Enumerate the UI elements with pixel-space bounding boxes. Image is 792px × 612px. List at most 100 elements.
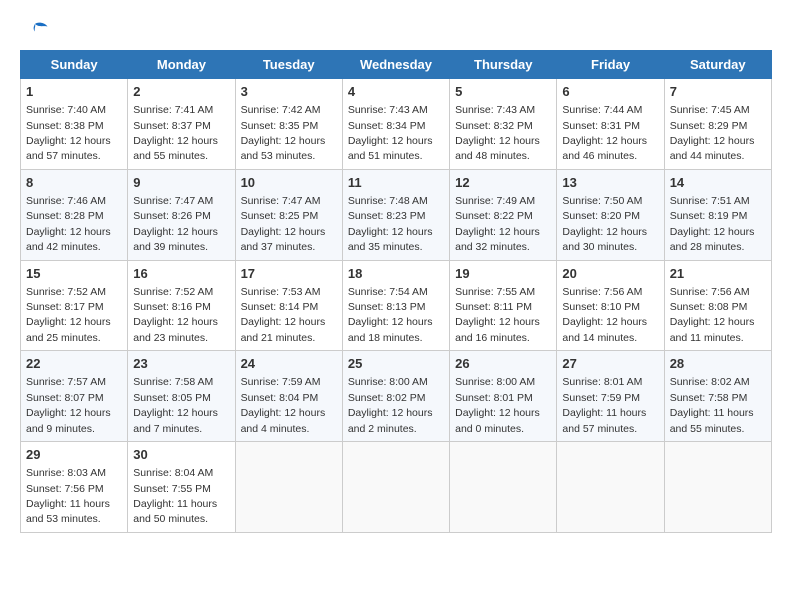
day-cell-3: 3 Sunrise: 7:42 AMSunset: 8:35 PMDaylight…	[235, 79, 342, 170]
day-info: Sunrise: 7:50 AMSunset: 8:20 PMDaylight:…	[562, 195, 647, 253]
day-cell-16: 16 Sunrise: 7:52 AMSunset: 8:16 PMDayligh…	[128, 260, 235, 351]
day-cell-10: 10Sunrise: 7:47 AMSunset: 8:25 PMDayligh…	[235, 169, 342, 260]
calendar-week-row: 8 Sunrise: 7:46 AMSunset: 8:28 PMDaylight…	[21, 169, 772, 260]
weekday-header-row: SundayMondayTuesdayWednesdayThursdayFrid…	[21, 51, 772, 79]
day-cell-19: 19 Sunrise: 7:55 AMSunset: 8:11 PMDayligh…	[450, 260, 557, 351]
day-cell-25: 25 Sunrise: 8:00 AMSunset: 8:02 PMDayligh…	[342, 351, 449, 442]
day-info: Sunrise: 7:49 AMSunset: 8:22 PMDaylight:…	[455, 195, 540, 253]
day-info: Sunrise: 7:46 AMSunset: 8:28 PMDaylight:…	[26, 195, 111, 253]
day-info: Sunrise: 7:57 AMSunset: 8:07 PMDaylight:…	[26, 376, 111, 434]
day-number: 3	[241, 83, 337, 101]
day-number: 6	[562, 83, 658, 101]
day-cell-15: 15 Sunrise: 7:52 AMSunset: 8:17 PMDayligh…	[21, 260, 128, 351]
day-info: Sunrise: 7:48 AMSunset: 8:23 PMDaylight:…	[348, 195, 433, 253]
weekday-header-saturday: Saturday	[664, 51, 771, 79]
day-cell-23: 23Sunrise: 7:58 AMSunset: 8:05 PMDayligh…	[128, 351, 235, 442]
day-number: 24	[241, 355, 337, 373]
day-info: Sunrise: 7:56 AMSunset: 8:08 PMDaylight:…	[670, 286, 755, 344]
day-cell-20: 20 Sunrise: 7:56 AMSunset: 8:10 PMDayligh…	[557, 260, 664, 351]
day-number: 11	[348, 174, 444, 192]
day-number: 16	[133, 265, 229, 283]
day-cell-26: 26 Sunrise: 8:00 AMSunset: 8:01 PMDayligh…	[450, 351, 557, 442]
day-number: 2	[133, 83, 229, 101]
empty-cell	[235, 442, 342, 533]
day-cell-30: 30 Sunrise: 8:04 AMSunset: 7:55 PMDayligh…	[128, 442, 235, 533]
day-number: 29	[26, 446, 122, 464]
day-number: 12	[455, 174, 551, 192]
day-cell-12: 12 Sunrise: 7:49 AMSunset: 8:22 PMDayligh…	[450, 169, 557, 260]
empty-cell	[557, 442, 664, 533]
day-info: Sunrise: 7:47 AMSunset: 8:25 PMDaylight:…	[241, 195, 326, 253]
day-cell-13: 13 Sunrise: 7:50 AMSunset: 8:20 PMDayligh…	[557, 169, 664, 260]
day-info: Sunrise: 8:00 AMSunset: 8:02 PMDaylight:…	[348, 376, 433, 434]
day-info: Sunrise: 7:56 AMSunset: 8:10 PMDaylight:…	[562, 286, 647, 344]
day-info: Sunrise: 7:52 AMSunset: 8:17 PMDaylight:…	[26, 286, 111, 344]
day-info: Sunrise: 7:41 AMSunset: 8:37 PMDaylight:…	[133, 104, 218, 162]
weekday-header-tuesday: Tuesday	[235, 51, 342, 79]
day-info: Sunrise: 7:54 AMSunset: 8:13 PMDaylight:…	[348, 286, 433, 344]
empty-cell	[342, 442, 449, 533]
day-number: 9	[133, 174, 229, 192]
day-number: 20	[562, 265, 658, 283]
day-info: Sunrise: 7:47 AMSunset: 8:26 PMDaylight:…	[133, 195, 218, 253]
day-info: Sunrise: 7:40 AMSunset: 8:38 PMDaylight:…	[26, 104, 111, 162]
day-number: 13	[562, 174, 658, 192]
day-cell-9: 9 Sunrise: 7:47 AMSunset: 8:26 PMDaylight…	[128, 169, 235, 260]
day-cell-6: 6 Sunrise: 7:44 AMSunset: 8:31 PMDaylight…	[557, 79, 664, 170]
day-cell-27: 27 Sunrise: 8:01 AMSunset: 7:59 PMDayligh…	[557, 351, 664, 442]
day-cell-17: 17 Sunrise: 7:53 AMSunset: 8:14 PMDayligh…	[235, 260, 342, 351]
day-cell-24: 24 Sunrise: 7:59 AMSunset: 8:04 PMDayligh…	[235, 351, 342, 442]
weekday-header-sunday: Sunday	[21, 51, 128, 79]
day-cell-4: 4Sunrise: 7:43 AMSunset: 8:34 PMDaylight…	[342, 79, 449, 170]
calendar-week-row: 15 Sunrise: 7:52 AMSunset: 8:17 PMDayligh…	[21, 260, 772, 351]
day-cell-29: 29 Sunrise: 8:03 AMSunset: 7:56 PMDayligh…	[21, 442, 128, 533]
calendar-week-row: 1 Sunrise: 7:40 AMSunset: 8:38 PMDaylight…	[21, 79, 772, 170]
day-info: Sunrise: 8:00 AMSunset: 8:01 PMDaylight:…	[455, 376, 540, 434]
day-number: 15	[26, 265, 122, 283]
day-cell-11: 11 Sunrise: 7:48 AMSunset: 8:23 PMDayligh…	[342, 169, 449, 260]
day-number: 8	[26, 174, 122, 192]
day-cell-8: 8 Sunrise: 7:46 AMSunset: 8:28 PMDaylight…	[21, 169, 128, 260]
empty-cell	[450, 442, 557, 533]
page-header	[20, 20, 772, 40]
day-number: 30	[133, 446, 229, 464]
day-cell-18: 18 Sunrise: 7:54 AMSunset: 8:13 PMDayligh…	[342, 260, 449, 351]
weekday-header-wednesday: Wednesday	[342, 51, 449, 79]
day-number: 4	[348, 83, 444, 101]
day-number: 28	[670, 355, 766, 373]
day-number: 21	[670, 265, 766, 283]
day-number: 26	[455, 355, 551, 373]
day-info: Sunrise: 7:59 AMSunset: 8:04 PMDaylight:…	[241, 376, 326, 434]
day-number: 27	[562, 355, 658, 373]
day-info: Sunrise: 7:43 AMSunset: 8:32 PMDaylight:…	[455, 104, 540, 162]
logo	[20, 20, 50, 40]
logo-bird-icon	[20, 20, 50, 38]
day-info: Sunrise: 7:53 AMSunset: 8:14 PMDaylight:…	[241, 286, 326, 344]
day-number: 17	[241, 265, 337, 283]
weekday-header-friday: Friday	[557, 51, 664, 79]
day-info: Sunrise: 7:44 AMSunset: 8:31 PMDaylight:…	[562, 104, 647, 162]
day-info: Sunrise: 8:01 AMSunset: 7:59 PMDaylight:…	[562, 376, 646, 434]
day-cell-28: 28Sunrise: 8:02 AMSunset: 7:58 PMDayligh…	[664, 351, 771, 442]
day-info: Sunrise: 8:04 AMSunset: 7:55 PMDaylight:…	[133, 467, 217, 525]
day-number: 23	[133, 355, 229, 373]
day-cell-21: 21 Sunrise: 7:56 AMSunset: 8:08 PMDayligh…	[664, 260, 771, 351]
day-cell-7: 7Sunrise: 7:45 AMSunset: 8:29 PMDaylight…	[664, 79, 771, 170]
calendar-week-row: 29 Sunrise: 8:03 AMSunset: 7:56 PMDayligh…	[21, 442, 772, 533]
day-cell-14: 14 Sunrise: 7:51 AMSunset: 8:19 PMDayligh…	[664, 169, 771, 260]
day-info: Sunrise: 7:42 AMSunset: 8:35 PMDaylight:…	[241, 104, 326, 162]
day-number: 14	[670, 174, 766, 192]
day-number: 19	[455, 265, 551, 283]
weekday-header-thursday: Thursday	[450, 51, 557, 79]
day-cell-2: 2 Sunrise: 7:41 AMSunset: 8:37 PMDaylight…	[128, 79, 235, 170]
weekday-header-monday: Monday	[128, 51, 235, 79]
day-info: Sunrise: 7:52 AMSunset: 8:16 PMDaylight:…	[133, 286, 218, 344]
day-number: 18	[348, 265, 444, 283]
day-info: Sunrise: 8:03 AMSunset: 7:56 PMDaylight:…	[26, 467, 110, 525]
day-number: 25	[348, 355, 444, 373]
day-info: Sunrise: 7:55 AMSunset: 8:11 PMDaylight:…	[455, 286, 540, 344]
calendar-table: SundayMondayTuesdayWednesdayThursdayFrid…	[20, 50, 772, 533]
day-number: 1	[26, 83, 122, 101]
day-info: Sunrise: 7:51 AMSunset: 8:19 PMDaylight:…	[670, 195, 755, 253]
calendar-week-row: 22Sunrise: 7:57 AMSunset: 8:07 PMDayligh…	[21, 351, 772, 442]
